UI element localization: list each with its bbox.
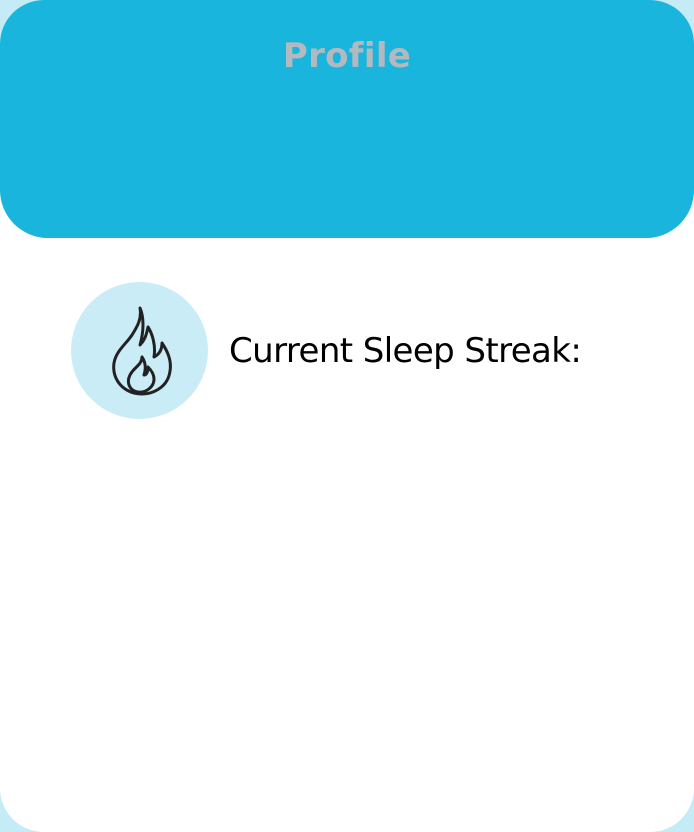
profile-screen: Profile Current Sleep Streak:	[0, 0, 694, 832]
streak-icon-badge	[71, 282, 208, 419]
page-title: Profile	[282, 36, 412, 76]
flame-icon	[111, 306, 172, 395]
profile-header: Profile	[0, 0, 694, 238]
streak-label: Current Sleep Streak:	[229, 330, 582, 371]
sleep-streak-row: Current Sleep Streak:	[71, 282, 582, 419]
